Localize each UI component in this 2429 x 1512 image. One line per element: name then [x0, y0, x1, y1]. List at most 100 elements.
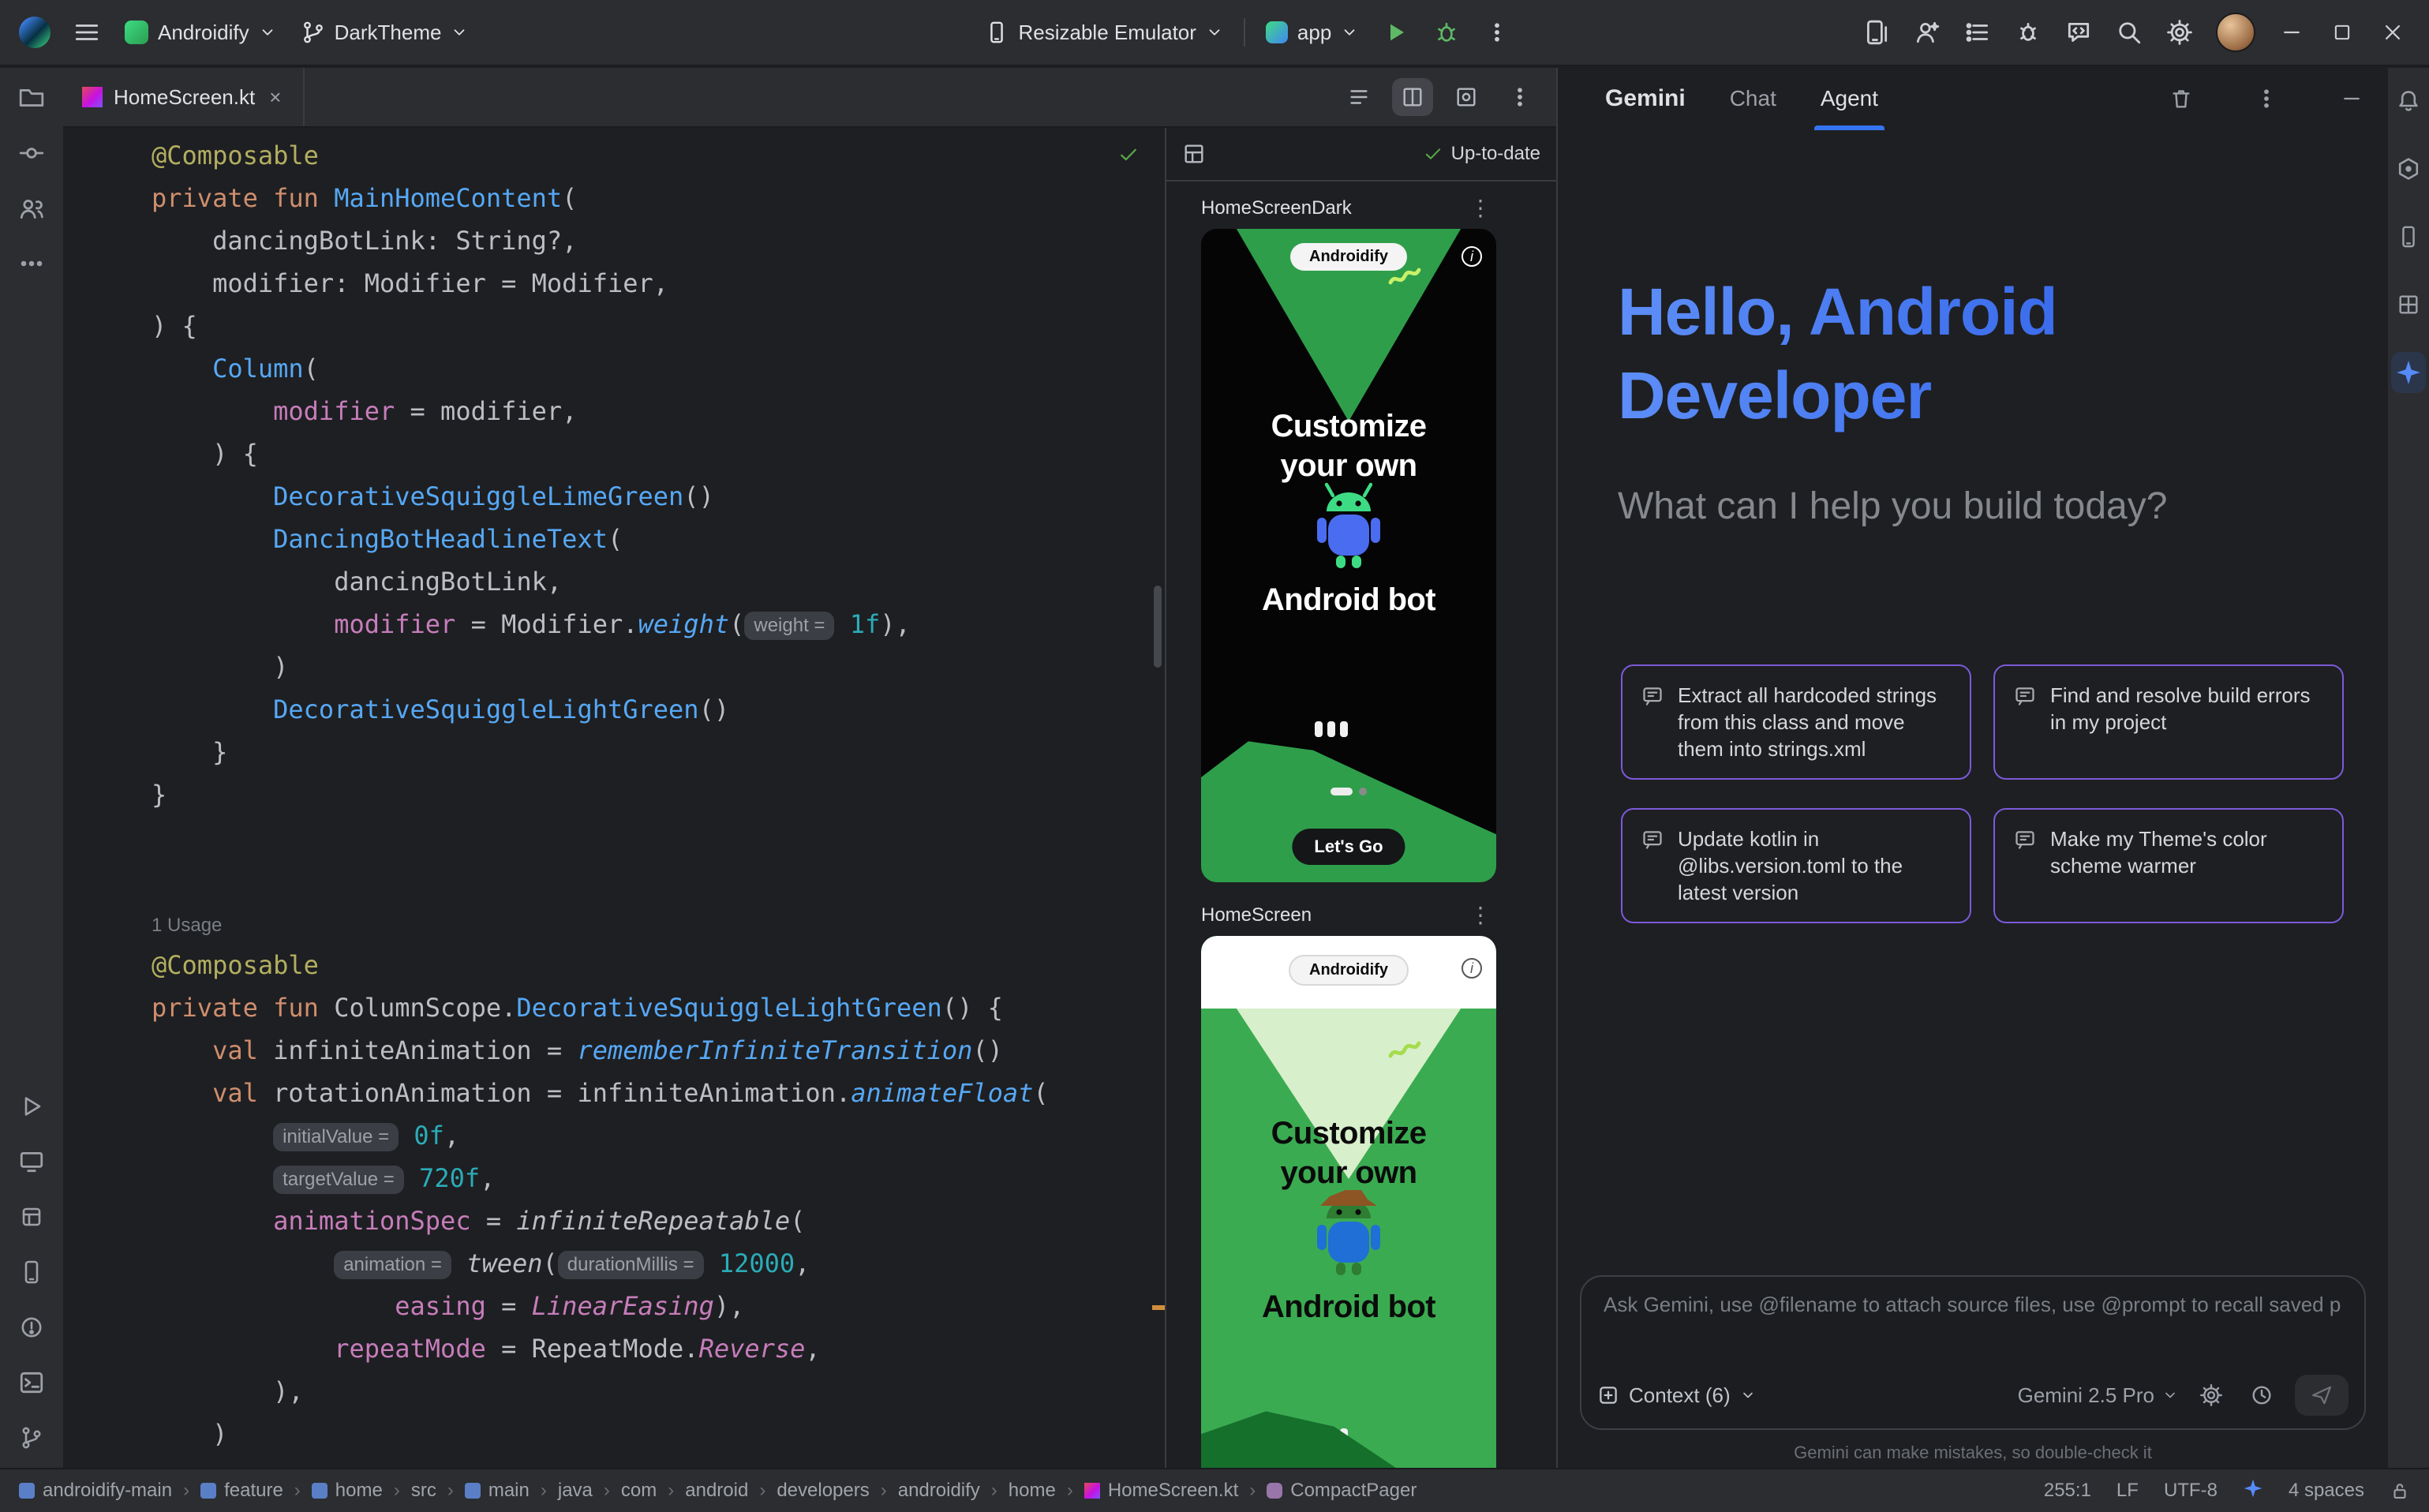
window-minimize-button[interactable] — [2268, 10, 2315, 54]
breadcrumb: androidify-main›feature›home›src›main›ja… — [19, 1480, 2028, 1502]
device-manager-button[interactable] — [1853, 10, 1900, 54]
gemini-tool-button[interactable] — [2391, 352, 2426, 393]
breadcrumb-item[interactable]: src — [411, 1480, 436, 1502]
gemini-disclaimer: Gemini can make mistakes, so double-chec… — [1558, 1443, 2388, 1463]
running-devices-tool-button[interactable] — [9, 1141, 54, 1182]
vcs-branch-selector[interactable]: DarkTheme — [290, 14, 480, 51]
gemini-input-box[interactable]: Context (6) Gemini 2.5 Pro — [1580, 1275, 2366, 1430]
search-everywhere-button[interactable] — [2105, 10, 2153, 54]
breadcrumb-item[interactable]: feature — [200, 1480, 283, 1502]
clear-chat-button[interactable] — [2161, 80, 2202, 118]
breadcrumb-item[interactable]: main — [465, 1480, 530, 1502]
suggestion-card-build-errors[interactable]: Find and resolve build errors in my proj… — [1993, 664, 2344, 780]
tab-chat[interactable]: Chat — [1730, 67, 1776, 130]
preview-card-menu-icon[interactable]: ⋮ — [1465, 904, 1496, 926]
breadcrumb-item[interactable]: com — [621, 1480, 657, 1502]
collab-tool-button[interactable] — [9, 188, 54, 229]
caret-position[interactable]: 255:1 — [2044, 1480, 2091, 1502]
breadcrumb-label: home — [1009, 1480, 1056, 1502]
tab-close-icon[interactable]: × — [266, 85, 284, 110]
breadcrumb-item[interactable]: developers — [777, 1480, 869, 1502]
project-selector[interactable]: Androidify — [114, 14, 287, 51]
run-configuration-selector[interactable]: app — [1255, 14, 1369, 51]
breadcrumb-item[interactable]: CompactPager — [1267, 1480, 1417, 1502]
preview-headline-3: Android bot — [1201, 582, 1496, 618]
hide-panel-button[interactable] — [2331, 80, 2372, 118]
module-icon — [312, 1483, 327, 1499]
readonly-lock-icon[interactable] — [2390, 1480, 2410, 1501]
gemini-title: Gemini — [1605, 85, 1686, 112]
breadcrumb-item[interactable]: androidify — [898, 1480, 980, 1502]
suggestion-card-theme-warmer[interactable]: Make my Theme's color scheme warmer — [1993, 808, 2344, 923]
breadcrumb-label: CompactPager — [1290, 1480, 1417, 1502]
window-close-button[interactable] — [2369, 10, 2416, 54]
commit-tool-button[interactable] — [9, 133, 54, 174]
suggestion-card-extract-strings[interactable]: Extract all hardcoded strings from this … — [1621, 664, 1971, 780]
breadcrumb-item[interactable]: home — [1009, 1480, 1056, 1502]
context-selector[interactable]: Context (6) — [1597, 1383, 1756, 1408]
preview-phone-dark[interactable]: Androidify i Customize your own An — [1201, 229, 1496, 882]
preview-list[interactable]: HomeScreenDark ⋮ Androidify i Customize … — [1166, 182, 1556, 1468]
project-tool-button[interactable] — [9, 77, 54, 118]
info-icon: i — [1462, 246, 1482, 267]
status-bar: androidify-main›feature›home›src›main›ja… — [0, 1468, 2429, 1512]
terminal-tool-button[interactable] — [9, 1362, 54, 1403]
send-button[interactable] — [2295, 1375, 2349, 1416]
breadcrumb-item[interactable]: HomeScreen.kt — [1084, 1480, 1238, 1502]
gemini-prompt-input[interactable] — [1604, 1293, 2342, 1317]
editor-more-button[interactable] — [1499, 78, 1540, 116]
lets-go-button[interactable]: Let's Go — [1292, 829, 1405, 865]
gemini-profile-button[interactable] — [1903, 10, 1951, 54]
app-insights-button[interactable] — [2004, 10, 2052, 54]
breadcrumb-label: HomeScreen.kt — [1108, 1480, 1238, 1502]
model-selector[interactable]: Gemini 2.5 Pro — [2018, 1383, 2178, 1408]
gemini-settings-button[interactable] — [2194, 1378, 2229, 1413]
breadcrumb-item[interactable]: android — [685, 1480, 748, 1502]
run-tool-button[interactable] — [9, 1086, 54, 1127]
gemini-more-button[interactable] — [2246, 80, 2287, 118]
split-view-button[interactable] — [1392, 78, 1433, 116]
suggestion-card-update-kotlin[interactable]: Update kotlin in @libs.version.toml to t… — [1621, 808, 1971, 923]
more-tools-button[interactable] — [9, 243, 54, 284]
line-separator[interactable]: LF — [2116, 1480, 2139, 1502]
user-avatar[interactable] — [2216, 13, 2255, 52]
run-more-options-button[interactable] — [1473, 10, 1521, 54]
device-explorer-button[interactable] — [2391, 216, 2426, 257]
indent-setting[interactable]: 4 spaces — [2289, 1480, 2364, 1502]
preview-name: HomeScreen — [1201, 904, 1312, 926]
code-view-button[interactable] — [1338, 78, 1379, 116]
notifications-button[interactable] — [2391, 80, 2426, 122]
gemini-status-icon[interactable] — [2243, 1478, 2263, 1504]
emulator-tool-button[interactable] — [9, 1252, 54, 1293]
breadcrumb-item[interactable]: java — [558, 1480, 593, 1502]
file-encoding[interactable]: UTF-8 — [2164, 1480, 2218, 1502]
design-view-button[interactable] — [1446, 78, 1487, 116]
build-tool-button[interactable] — [9, 1196, 54, 1237]
search-icon — [2116, 19, 2143, 46]
settings-button[interactable] — [2156, 10, 2203, 54]
resource-manager-button[interactable] — [2391, 284, 2426, 325]
prompt-history-button[interactable] — [2244, 1378, 2279, 1413]
preview-phone-light[interactable]: Androidify i Customize your own An — [1201, 936, 1496, 1468]
code-editor[interactable]: @Composableprivate fun MainHomeContent( … — [63, 128, 1165, 1468]
version-control-tool-button[interactable] — [9, 1417, 54, 1458]
preview-layout-button[interactable] — [1182, 142, 1206, 166]
breadcrumb-item[interactable]: home — [312, 1480, 383, 1502]
gradle-button[interactable] — [2391, 148, 2426, 189]
pager-indicator — [1331, 788, 1367, 795]
run-button[interactable] — [1372, 10, 1420, 54]
inspections-ok-icon[interactable] — [1117, 144, 1140, 166]
problems-tool-button[interactable] — [9, 1307, 54, 1348]
tab-agent[interactable]: Agent — [1821, 67, 1878, 130]
main-menu-button[interactable] — [63, 10, 110, 54]
preview-app-brand-pill: Androidify — [1290, 243, 1407, 271]
debug-button[interactable] — [1423, 10, 1470, 54]
window-maximize-button[interactable] — [2319, 10, 2366, 54]
editor-scrollbar-thumb[interactable] — [1154, 586, 1162, 668]
code-review-button[interactable] — [2055, 10, 2102, 54]
breadcrumb-item[interactable]: androidify-main — [19, 1480, 172, 1502]
device-selector[interactable]: Resizable Emulator — [974, 14, 1233, 51]
tab-homescreen-kt[interactable]: HomeScreen.kt × — [63, 68, 305, 126]
task-list-button[interactable] — [1954, 10, 2001, 54]
preview-card-menu-icon[interactable]: ⋮ — [1465, 197, 1496, 219]
